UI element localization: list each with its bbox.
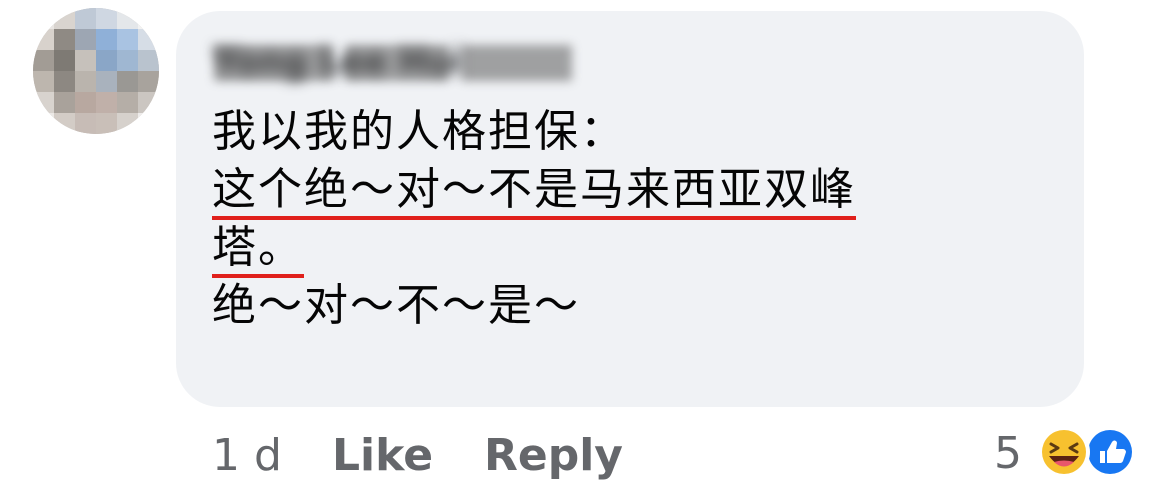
like-button[interactable]: Like bbox=[332, 430, 433, 482]
comment-line-2: 这个绝～对～不是马来西亚双峰 bbox=[212, 161, 1072, 220]
reply-button[interactable]: Reply bbox=[484, 430, 623, 482]
comment-line-3: 塔。 bbox=[212, 219, 1072, 278]
comment-line-4: 绝～对～不～是～ bbox=[212, 280, 580, 331]
comment-line-1: 我以我的人格担保： bbox=[212, 106, 626, 157]
reaction-count[interactable]: 5 bbox=[994, 428, 1022, 480]
like-icon bbox=[1084, 426, 1136, 478]
comment-text: 我以我的人格担保： 这个绝～对～不是马来西亚双峰 塔。 绝～对～不～是～ bbox=[212, 103, 1072, 335]
comment-timestamp[interactable]: 1 d bbox=[212, 430, 282, 482]
avatar[interactable] bbox=[33, 8, 159, 134]
comment-bubble: Yong Lee Hui 我以我的人格担保： 这个绝～对～不是马来西亚双峰 塔。… bbox=[176, 11, 1084, 407]
underlined-text-1: 这个绝～对～不是马来西亚双峰 bbox=[212, 164, 856, 220]
haha-icon bbox=[1038, 426, 1090, 478]
reaction-icons[interactable] bbox=[1036, 424, 1140, 482]
underlined-text-2: 塔。 bbox=[212, 222, 304, 278]
comment-author[interactable]: Yong Lee Hui bbox=[214, 37, 614, 87]
